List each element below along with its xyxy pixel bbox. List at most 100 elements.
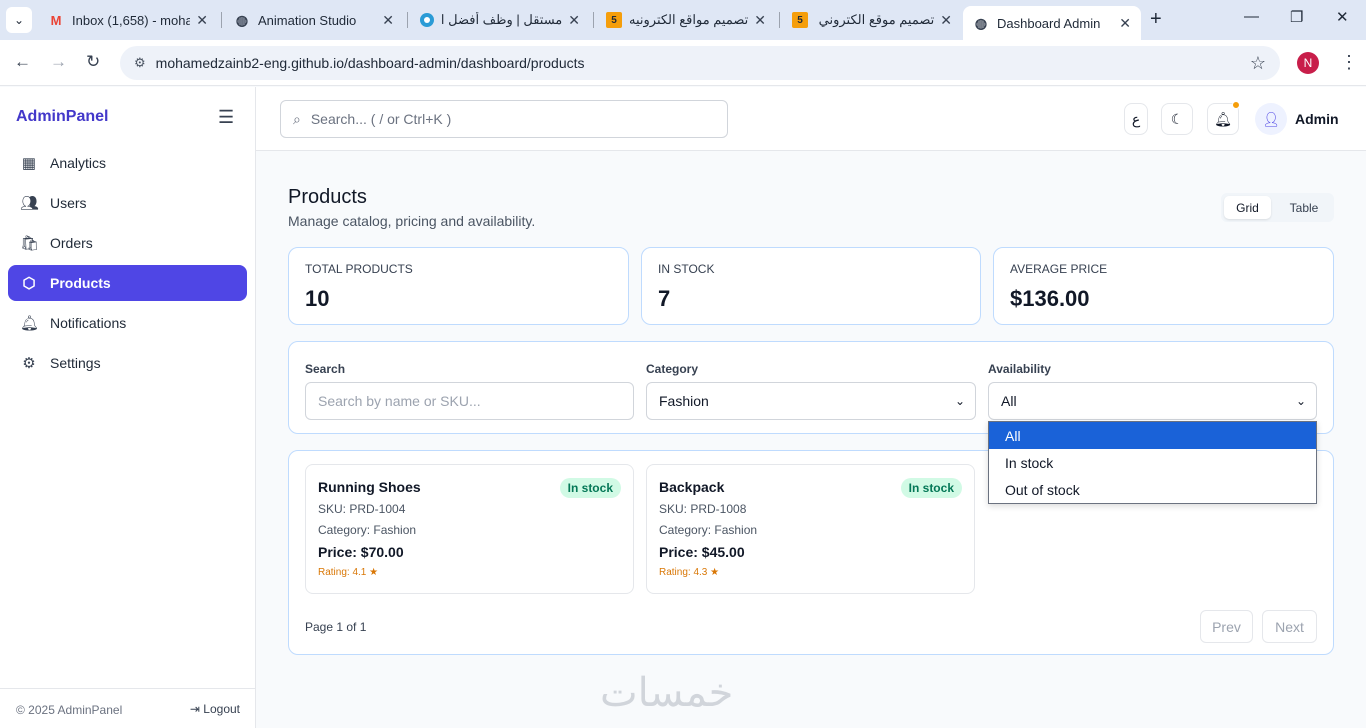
browser-tab-dashboard-admin[interactable]: ◍ Dashboard Admin ✕ xyxy=(963,6,1141,40)
sidebar-item-orders[interactable]: 🛍︎ Orders xyxy=(8,225,247,261)
view-toggle: Grid Table xyxy=(1221,193,1334,222)
close-window-icon[interactable]: ✕ xyxy=(1336,8,1349,26)
restore-icon[interactable]: ❐ xyxy=(1290,8,1303,26)
tab-title: Animation Studio xyxy=(258,12,357,28)
stat-card-average-price: AVERAGE PRICE $136.00 xyxy=(993,247,1334,325)
tab-divider xyxy=(779,12,780,28)
sidebar-item-label: Products xyxy=(50,275,111,291)
search-placeholder: Search by name or SKU... xyxy=(318,393,481,409)
page-title: Products xyxy=(288,186,367,208)
global-search-input[interactable]: ⌕ Search... ( / or Ctrl+K ) xyxy=(280,100,728,138)
product-search-input[interactable]: Search by name or SKU... xyxy=(305,382,634,420)
browser-menu-icon[interactable]: ⋮ xyxy=(1340,52,1358,73)
close-tab-icon[interactable]: ✕ xyxy=(196,12,208,29)
availability-option-all[interactable]: All xyxy=(989,422,1316,449)
product-card[interactable]: Backpack In stock SKU: PRD-1008 Category… xyxy=(646,464,975,594)
availability-dropdown-list: All In stock Out of stock xyxy=(988,421,1317,504)
browser-tab-khamsat-2[interactable]: 5 تصميم موقع الكتروني ✕ xyxy=(782,6,962,34)
next-page-button[interactable]: Next xyxy=(1262,610,1317,643)
logout-label: Logout xyxy=(203,702,240,716)
bell-icon: 🔔︎ xyxy=(20,315,40,332)
gmail-icon: M xyxy=(50,12,62,28)
bookmark-star-icon[interactable]: ☆ xyxy=(1250,53,1266,74)
analytics-icon: ▦ xyxy=(21,155,37,172)
language-toggle-button[interactable]: ع xyxy=(1124,103,1148,135)
browser-tab-strip: ⌄ M Inbox (1,658) - moha ✕ ◍ Animation S… xyxy=(0,0,1366,40)
browser-tab-animation-studio[interactable]: ◍ Animation Studio ✕ xyxy=(224,6,404,34)
sidebar-item-notifications[interactable]: 🔔︎ Notifications xyxy=(8,305,247,341)
close-tab-icon[interactable]: ✕ xyxy=(382,12,394,29)
search-icon: ⌕ xyxy=(293,110,301,127)
product-card[interactable]: Running Shoes In stock SKU: PRD-1004 Cat… xyxy=(305,464,634,594)
minimize-icon[interactable]: — xyxy=(1244,8,1259,25)
site-info-icon[interactable]: ⚙ xyxy=(134,55,146,71)
stat-label: IN STOCK xyxy=(658,262,715,276)
sidebar-item-users[interactable]: 👥︎ Users xyxy=(8,185,247,221)
stat-card-in-stock: IN STOCK 7 xyxy=(641,247,981,325)
app-topbar: ⌕ Search... ( / or Ctrl+K ) ع ☾ 🔔︎ 👤︎ Ad… xyxy=(256,87,1366,151)
category-select[interactable]: Fashion ⌄ xyxy=(646,382,976,420)
close-tab-icon[interactable]: ✕ xyxy=(1119,15,1131,32)
back-icon[interactable]: ← xyxy=(14,52,31,72)
globe-icon: ◍ xyxy=(974,14,988,31)
product-price: Price: $45.00 xyxy=(659,544,745,560)
khamsat-icon: 5 xyxy=(606,12,622,28)
theme-toggle-button[interactable]: ☾ xyxy=(1161,103,1193,135)
product-category: Category: Fashion xyxy=(318,523,417,537)
sidebar-item-products[interactable]: ⬡ Products xyxy=(8,265,247,301)
profile-avatar[interactable]: N xyxy=(1297,52,1319,74)
bell-icon: 🔔︎ xyxy=(1214,110,1232,127)
user-menu[interactable]: 👤︎ Admin xyxy=(1255,103,1339,135)
logout-icon: ⇥ xyxy=(189,702,204,716)
forward-icon[interactable]: → xyxy=(50,52,67,72)
sidebar-item-settings[interactable]: ⚙ Settings xyxy=(8,345,247,381)
stat-label: TOTAL PRODUCTS xyxy=(305,262,413,276)
tab-divider xyxy=(221,12,222,28)
products-icon: ⬡ xyxy=(22,275,36,292)
availability-filter-label: Availability xyxy=(988,362,1051,376)
brand-logo[interactable]: AdminPanel xyxy=(16,108,108,126)
availability-select[interactable]: All ⌄ xyxy=(988,382,1317,420)
grid-view-button[interactable]: Grid xyxy=(1224,196,1271,219)
moon-icon: ☾ xyxy=(1170,110,1184,127)
browser-tab-khamsat-1[interactable]: 5 تصميم مواقع الكترونيه ✕ xyxy=(596,6,776,34)
address-bar[interactable]: ⚙ mohamedzainb2-eng.github.io/dashboard-… xyxy=(120,46,1280,80)
gear-icon: ⚙ xyxy=(22,355,36,372)
reload-icon[interactable]: ↻ xyxy=(86,52,100,72)
tab-divider xyxy=(593,12,594,28)
tab-search-button[interactable]: ⌄ xyxy=(6,7,32,33)
stat-value: 10 xyxy=(305,286,330,311)
sidebar-item-analytics[interactable]: ▦ Analytics xyxy=(8,145,247,181)
users-icon: 👥︎ xyxy=(20,195,40,212)
stat-value: $136.00 xyxy=(1010,286,1090,311)
product-rating: Rating: 4.1 ★ xyxy=(318,567,379,578)
sidebar-item-label: Settings xyxy=(50,355,101,371)
prev-page-button[interactable]: Prev xyxy=(1200,610,1253,643)
sidebar-item-label: Orders xyxy=(50,235,93,251)
product-rating: Rating: 4.3 ★ xyxy=(659,567,720,578)
product-sku: SKU: PRD-1008 xyxy=(659,502,747,516)
browser-toolbar: ← → ↻ ⚙ mohamedzainb2-eng.github.io/dash… xyxy=(0,40,1366,86)
logout-button[interactable]: ⇥ Logout xyxy=(190,702,240,716)
tab-title: تصميم مواقع الكترونيه xyxy=(630,12,749,27)
browser-tab-mostaql[interactable]: مستقل | وظف أفضل ا ✕ xyxy=(410,6,590,34)
availability-option-out-of-stock[interactable]: Out of stock xyxy=(989,476,1316,503)
close-tab-icon[interactable]: ✕ xyxy=(940,12,952,29)
page-subtitle: Manage catalog, pricing and availability… xyxy=(288,213,536,229)
copyright-text: © 2025 AdminPanel xyxy=(16,703,123,717)
close-tab-icon[interactable]: ✕ xyxy=(754,12,766,29)
new-tab-button[interactable]: + xyxy=(1150,8,1162,31)
table-view-button[interactable]: Table xyxy=(1278,196,1330,219)
notifications-button[interactable]: 🔔︎ xyxy=(1207,101,1240,135)
user-icon: 👤︎ xyxy=(1255,103,1287,135)
browser-tab-gmail[interactable]: M Inbox (1,658) - moha ✕ xyxy=(38,6,218,34)
url-text: mohamedzainb2-eng.github.io/dashboard-ad… xyxy=(155,55,585,71)
tab-title: Dashboard Admin xyxy=(997,15,1101,31)
tab-divider xyxy=(407,12,408,28)
availability-option-in-stock[interactable]: In stock xyxy=(989,449,1316,476)
hamburger-menu-icon[interactable]: ☰ xyxy=(218,107,234,128)
stat-label: AVERAGE PRICE xyxy=(1010,262,1108,276)
close-tab-icon[interactable]: ✕ xyxy=(568,12,580,29)
sidebar-item-label: Users xyxy=(50,195,87,211)
notification-dot xyxy=(1232,101,1240,109)
